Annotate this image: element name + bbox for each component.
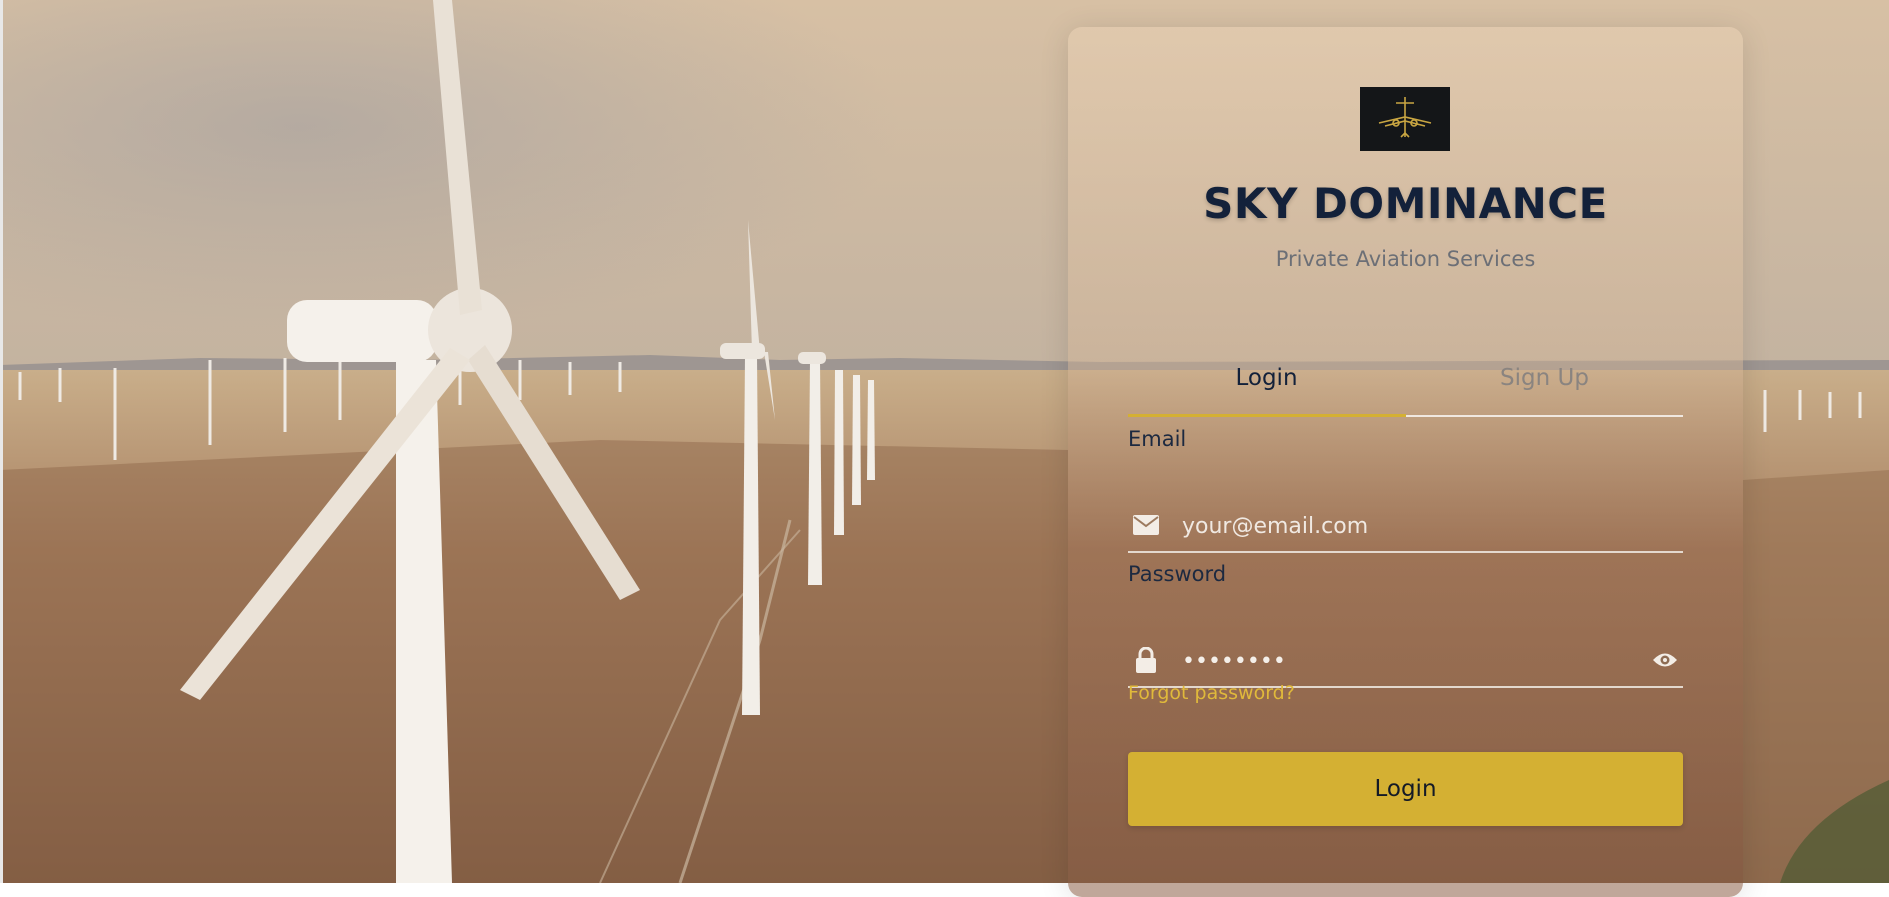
- password-field: [1128, 636, 1683, 688]
- active-tab-indicator: [1128, 414, 1406, 417]
- lock-icon: [1132, 647, 1160, 673]
- brand-logo: [1360, 87, 1450, 151]
- jet-icon: [1375, 93, 1435, 145]
- login-button[interactable]: Login: [1128, 752, 1683, 826]
- email-input[interactable]: [1180, 507, 1624, 545]
- tab-signup[interactable]: Sign Up: [1406, 353, 1683, 415]
- password-input[interactable]: [1180, 642, 1624, 680]
- auth-tabs: Login Sign Up: [1128, 353, 1683, 417]
- envelope-icon: [1132, 513, 1160, 537]
- forgot-password-link[interactable]: Forgot password?: [1128, 682, 1295, 704]
- brand-name: SKY DOMINANCE: [1203, 179, 1608, 228]
- login-panel: SKY DOMINANCE Private Aviation Services …: [1068, 27, 1743, 897]
- email-field: [1128, 501, 1683, 553]
- password-label: Password: [1128, 562, 1227, 586]
- brand-tagline: Private Aviation Services: [1275, 247, 1536, 271]
- tab-login[interactable]: Login: [1128, 353, 1405, 415]
- eye-icon[interactable]: [1651, 648, 1679, 672]
- email-label: Email: [1128, 427, 1187, 451]
